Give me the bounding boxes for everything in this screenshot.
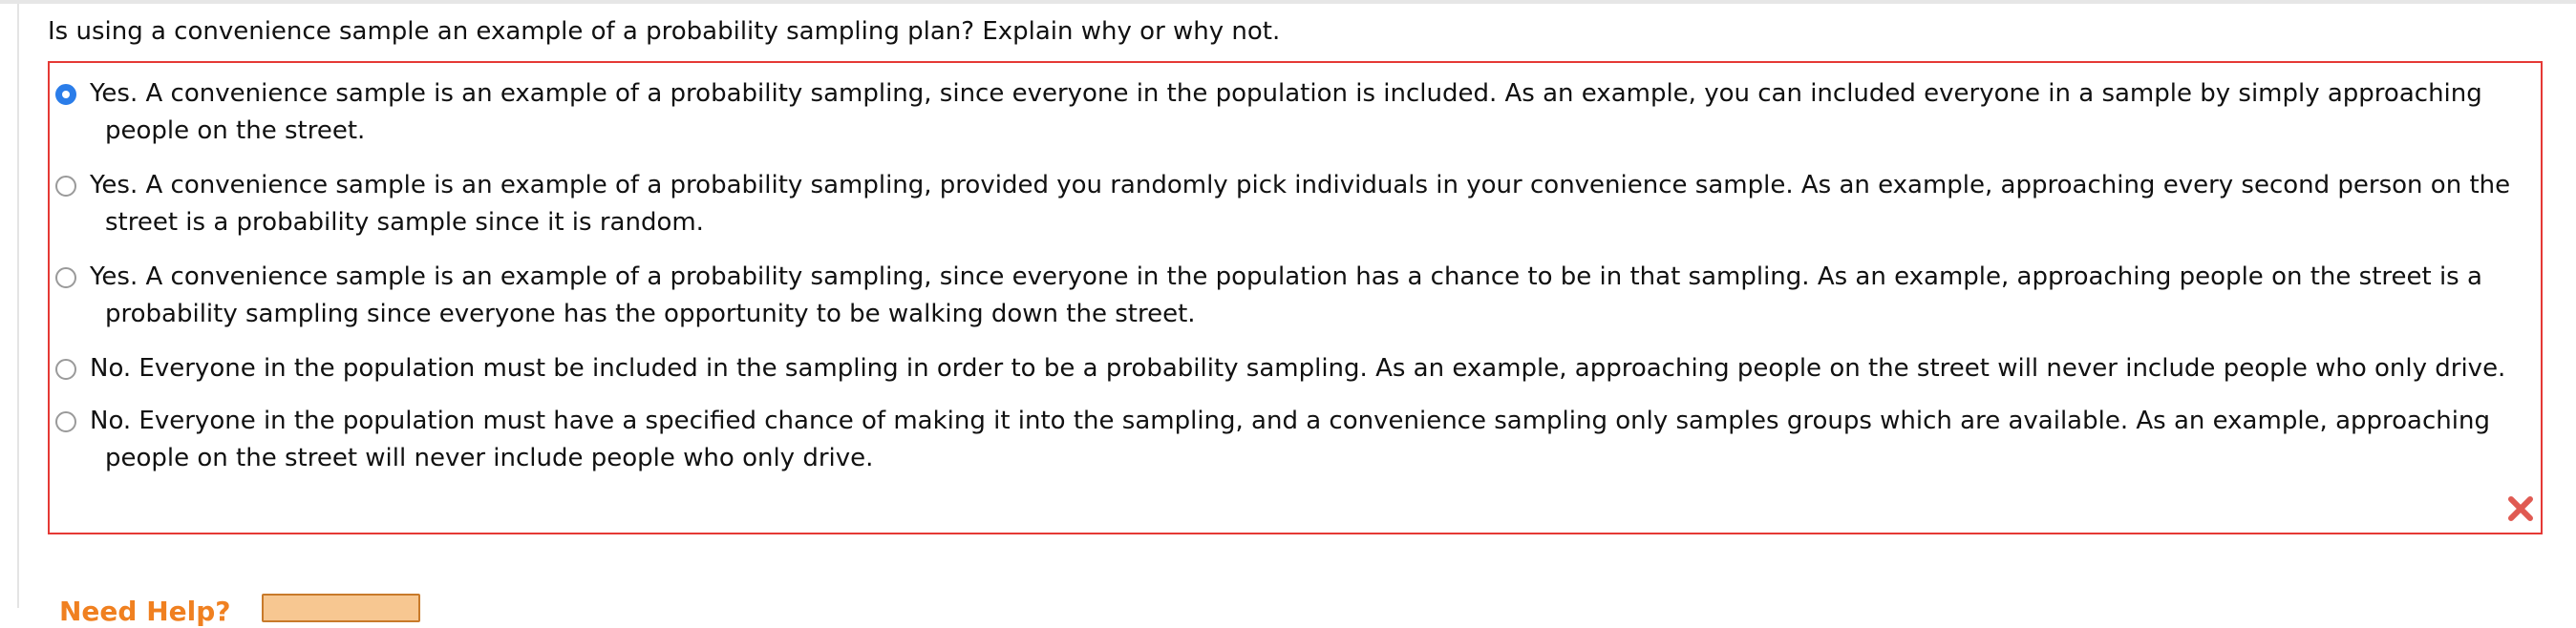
need-help-label: Need Help?: [59, 596, 231, 627]
top-divider: [0, 0, 2576, 4]
option-3-radio[interactable]: [55, 267, 76, 288]
option-1-radio[interactable]: [55, 84, 76, 105]
option-1-label[interactable]: Yes. A convenience sample is an example …: [90, 75, 2550, 150]
option-2-radio[interactable]: [55, 176, 76, 197]
option-2-label[interactable]: Yes. A convenience sample is an example …: [90, 167, 2550, 241]
question-text: Is using a convenience sample an example…: [48, 17, 1281, 46]
option-4-label[interactable]: No. Everyone in the population must be i…: [90, 350, 2550, 387]
option-5-radio[interactable]: [55, 411, 76, 432]
left-divider: [17, 4, 19, 608]
option-3-label[interactable]: Yes. A convenience sample is an example …: [90, 259, 2550, 333]
x-icon: [2508, 496, 2533, 521]
answer-choices-box: Yes. A convenience sample is an example …: [48, 61, 2543, 534]
option-5-label[interactable]: No. Everyone in the population must have…: [90, 403, 2550, 477]
option-4-radio[interactable]: [55, 359, 76, 380]
help-button[interactable]: [262, 594, 420, 622]
